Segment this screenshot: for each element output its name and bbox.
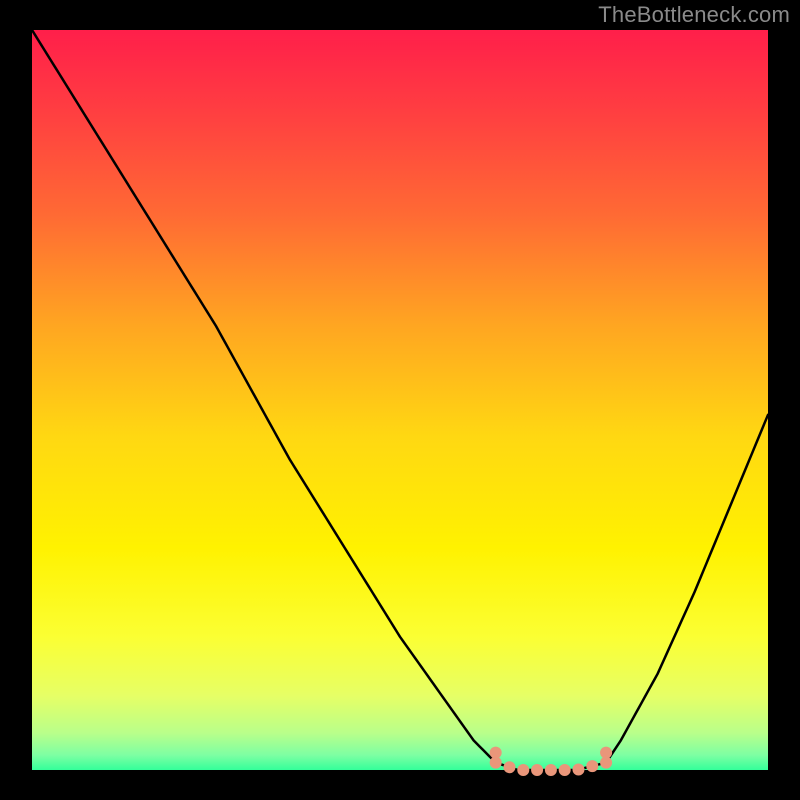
sweet-spot-dot: [490, 757, 502, 769]
sweet-spot-dot: [600, 757, 612, 769]
bottleneck-chart: [0, 0, 800, 800]
watermark-text: TheBottleneck.com: [598, 2, 790, 28]
sweet-spot-dot: [531, 764, 543, 776]
sweet-spot-dot: [503, 761, 515, 773]
chart-background: [32, 30, 768, 770]
sweet-spot-dot: [586, 760, 598, 772]
sweet-spot-dot: [572, 764, 584, 776]
chart-frame: TheBottleneck.com: [0, 0, 800, 800]
sweet-spot-dot: [545, 764, 557, 776]
sweet-spot-dot: [517, 764, 529, 776]
sweet-spot-dot: [559, 764, 571, 776]
